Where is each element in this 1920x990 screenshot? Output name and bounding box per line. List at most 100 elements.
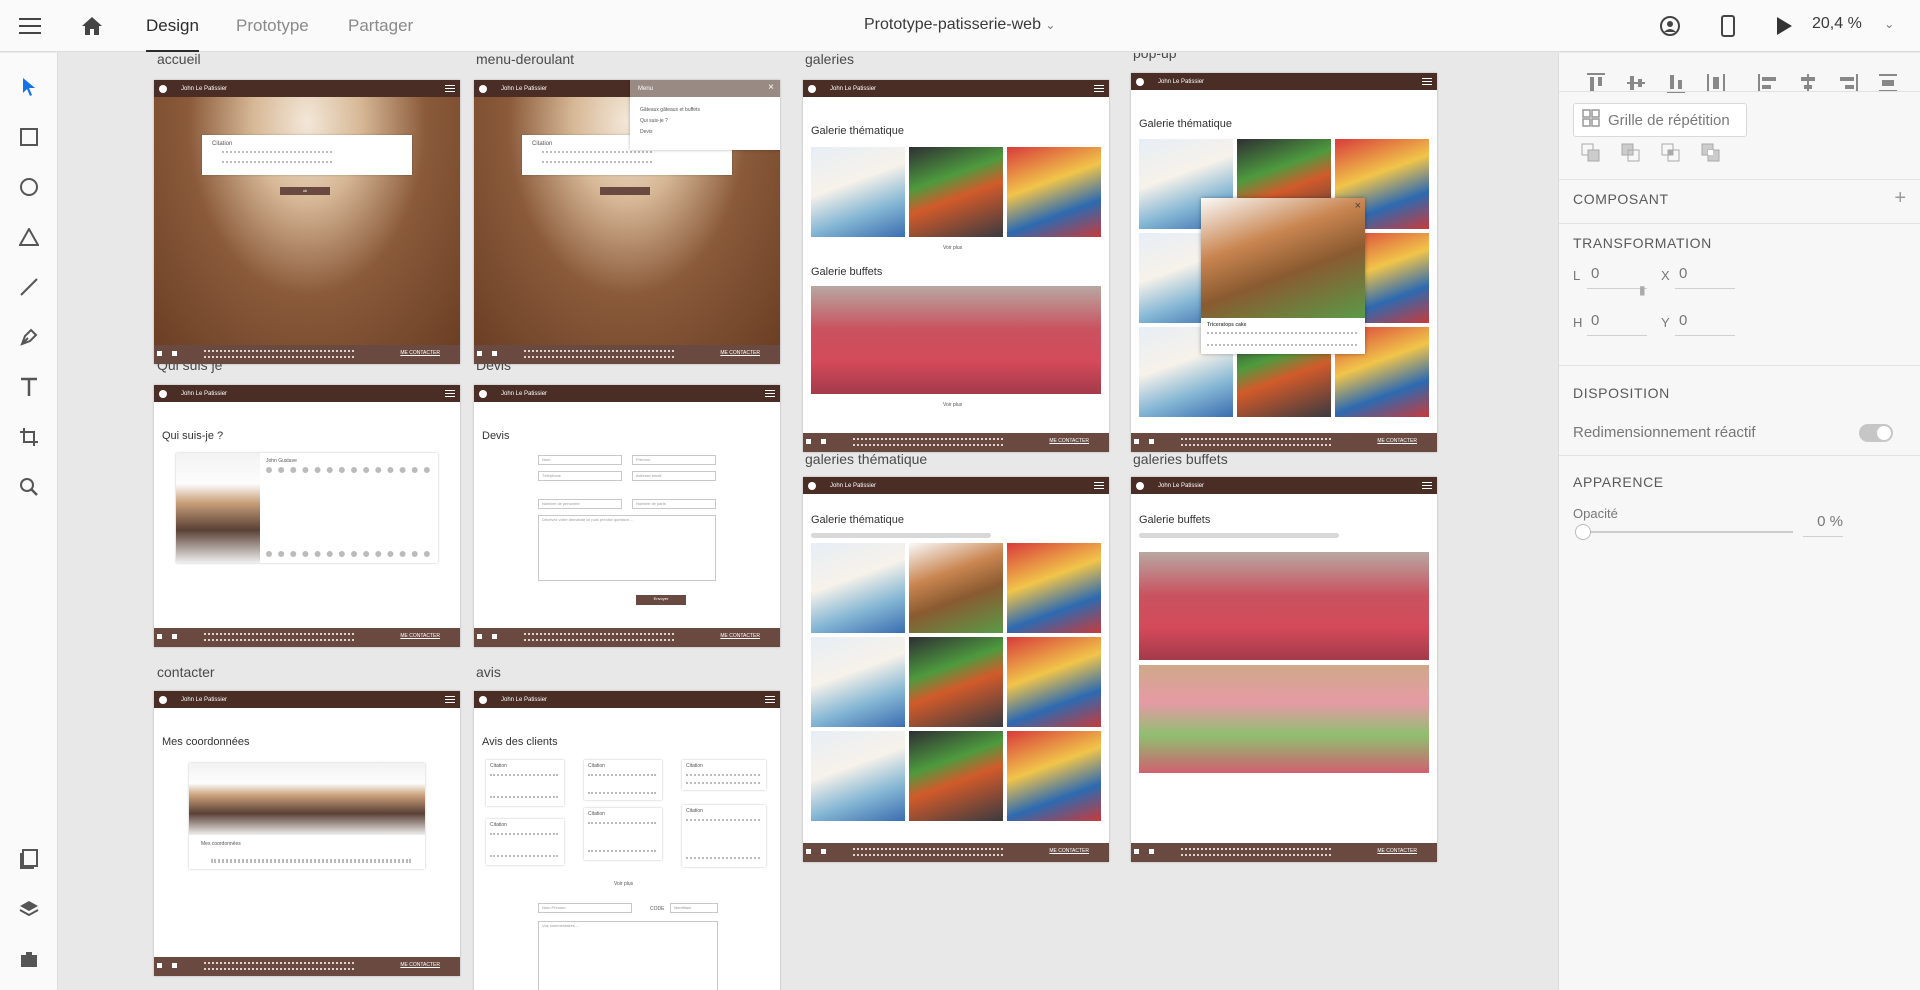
- hamburger-menu-icon[interactable]: [18, 14, 42, 38]
- artboard-menu-deroulant[interactable]: John Le Patissier Citation Menu × Gâteau…: [474, 80, 780, 364]
- artboard-contacter[interactable]: John Le Patissier Mes coordonnées Mes co…: [154, 691, 460, 976]
- play-icon[interactable]: [1772, 14, 1796, 38]
- artboard-qui-suis-je[interactable]: John Le Patissier Qui suis-je ? John Gus…: [154, 385, 460, 647]
- artboard-label[interactable]: galeries buffets: [1133, 451, 1228, 467]
- contact-link: ME CONTACTER: [1377, 848, 1417, 854]
- social-icons: [157, 963, 177, 968]
- page-title: Avis des clients: [482, 736, 558, 748]
- review-card: Citation: [584, 760, 662, 800]
- contact-link: ME CONTACTER: [1377, 438, 1417, 444]
- rectangle-tool-icon[interactable]: [15, 123, 43, 151]
- submit-button: Envoyer: [636, 595, 686, 605]
- form-field: Nom: [538, 455, 622, 465]
- height-input[interactable]: 0: [1587, 312, 1647, 336]
- gallery-image: [811, 543, 905, 633]
- logo: [1136, 77, 1144, 86]
- contact-card: Mes coordonnées: [189, 763, 425, 869]
- logo: [1136, 481, 1144, 490]
- responsive-toggle[interactable]: [1859, 424, 1893, 442]
- contact-link: ME CONTACTER: [400, 962, 440, 968]
- image-popup: × Triceratops cake: [1201, 198, 1365, 354]
- artboard-label[interactable]: menu-deroulant: [476, 53, 574, 67]
- zoom-tool-icon[interactable]: [15, 473, 43, 501]
- y-input[interactable]: 0: [1675, 312, 1735, 336]
- boolean-add-icon[interactable]: [1581, 143, 1601, 168]
- tab-partager[interactable]: Partager: [348, 16, 413, 36]
- boolean-exclude-icon[interactable]: [1701, 143, 1721, 168]
- artboard-accueil[interactable]: John Le Patissier Citation ok ME CONTACT…: [154, 80, 460, 364]
- repeat-grid-label: Grille de répétition: [1608, 111, 1730, 129]
- home-icon[interactable]: [80, 14, 104, 38]
- boolean-intersect-icon[interactable]: [1661, 143, 1681, 168]
- line-tool-icon[interactable]: [15, 273, 43, 301]
- artboard-label[interactable]: avis: [476, 664, 501, 680]
- layers-icon[interactable]: [15, 895, 43, 923]
- site-header: John Le Patissier: [803, 80, 1109, 97]
- site-header: John Le Patissier: [154, 385, 460, 402]
- ok-button: ok: [280, 187, 330, 195]
- menu-item: Devis: [640, 129, 653, 135]
- disposition-header: DISPOSITION: [1573, 385, 1670, 401]
- review-text: [490, 833, 558, 857]
- artboard-galeries-buffets[interactable]: John Le Patissier Galerie buffets ME CON…: [1131, 477, 1437, 862]
- footer-links: [853, 848, 1003, 856]
- artboard-pop-up[interactable]: John Le Patissier Galerie thématique × T…: [1131, 73, 1437, 452]
- pen-tool-icon[interactable]: [15, 323, 43, 351]
- artboard-devis[interactable]: John Le Patissier Devis Nom Prénom Télép…: [474, 385, 780, 647]
- site-header: John Le Patissier: [474, 691, 780, 708]
- artboard-galeries[interactable]: John Le Patissier Galerie thématique Voi…: [803, 80, 1109, 452]
- artboard-avis[interactable]: John Le Patissier Avis des clients Citat…: [474, 691, 780, 990]
- popup-image: [1201, 198, 1365, 318]
- brand-name: John Le Patissier: [830, 85, 877, 92]
- ellipse-tool-icon[interactable]: [15, 173, 43, 201]
- menu-title: Menu: [630, 80, 780, 97]
- contact-subtitle: Mes coordonnées: [201, 841, 241, 847]
- review-text: [588, 774, 656, 794]
- opacity-slider-handle[interactable]: [1575, 524, 1591, 540]
- mobile-preview-icon[interactable]: [1716, 14, 1740, 38]
- select-tool-icon[interactable]: [15, 73, 43, 101]
- user-icon[interactable]: [1658, 14, 1682, 38]
- brand-name: John Le Patissier: [181, 85, 228, 92]
- canvas[interactable]: accueil menu-deroulant galeries pop-up Q…: [59, 53, 1558, 990]
- quote-text: [542, 151, 652, 163]
- artboard-label[interactable]: accueil: [157, 53, 201, 67]
- opacity-input[interactable]: 0 %: [1803, 513, 1843, 537]
- document-title[interactable]: Prototype-patisserie-web ⌄: [864, 16, 1055, 34]
- social-icons: [806, 849, 826, 854]
- chevron-down-icon: ⌄: [1045, 18, 1056, 32]
- plugins-icon[interactable]: [15, 945, 43, 973]
- boolean-subtract-icon[interactable]: [1621, 143, 1641, 168]
- artboard-tool-icon[interactable]: [15, 423, 43, 451]
- tab-prototype[interactable]: Prototype: [236, 16, 309, 36]
- artboard-label[interactable]: galeries thématique: [805, 451, 927, 467]
- add-component-icon[interactable]: +: [1894, 187, 1906, 210]
- zoom-level[interactable]: 20,4 % ⌄: [1812, 15, 1894, 33]
- gallery-image: [811, 637, 905, 727]
- transformation-header: TRANSFORMATION: [1573, 235, 1712, 251]
- logo: [159, 389, 167, 398]
- assets-icon[interactable]: [15, 845, 43, 873]
- ok-button: [600, 187, 650, 195]
- social-icons: [1134, 439, 1154, 444]
- width-input[interactable]: 0: [1587, 265, 1647, 289]
- tab-design[interactable]: Design: [146, 16, 199, 52]
- opacity-slider[interactable]: [1583, 531, 1793, 533]
- polygon-tool-icon[interactable]: [15, 223, 43, 251]
- site-footer: ME CONTACTER: [803, 433, 1109, 452]
- form-field: Identifiant: [670, 903, 718, 913]
- lock-icon[interactable]: ▮: [1639, 283, 1646, 297]
- message-textarea: Décrivez votre demande ici puis précise …: [538, 515, 716, 581]
- artboard-label[interactable]: pop-up: [1133, 53, 1177, 61]
- repeat-grid-button[interactable]: Grille de répétition: [1573, 103, 1747, 137]
- artboard-label[interactable]: contacter: [157, 664, 215, 680]
- footer-links: [853, 438, 1003, 446]
- page-title: Qui suis-je ?: [162, 430, 224, 442]
- review-text: [686, 819, 760, 859]
- artboard-galeries-thematique[interactable]: John Le Patissier Galerie thématique ME …: [803, 477, 1109, 862]
- x-input[interactable]: 0: [1675, 265, 1735, 289]
- artboard-label[interactable]: galeries: [805, 53, 854, 67]
- comment-textarea: Vos commentaires ...: [538, 921, 718, 990]
- brand-name: John Le Patissier: [501, 390, 548, 397]
- text-tool-icon[interactable]: [15, 373, 43, 401]
